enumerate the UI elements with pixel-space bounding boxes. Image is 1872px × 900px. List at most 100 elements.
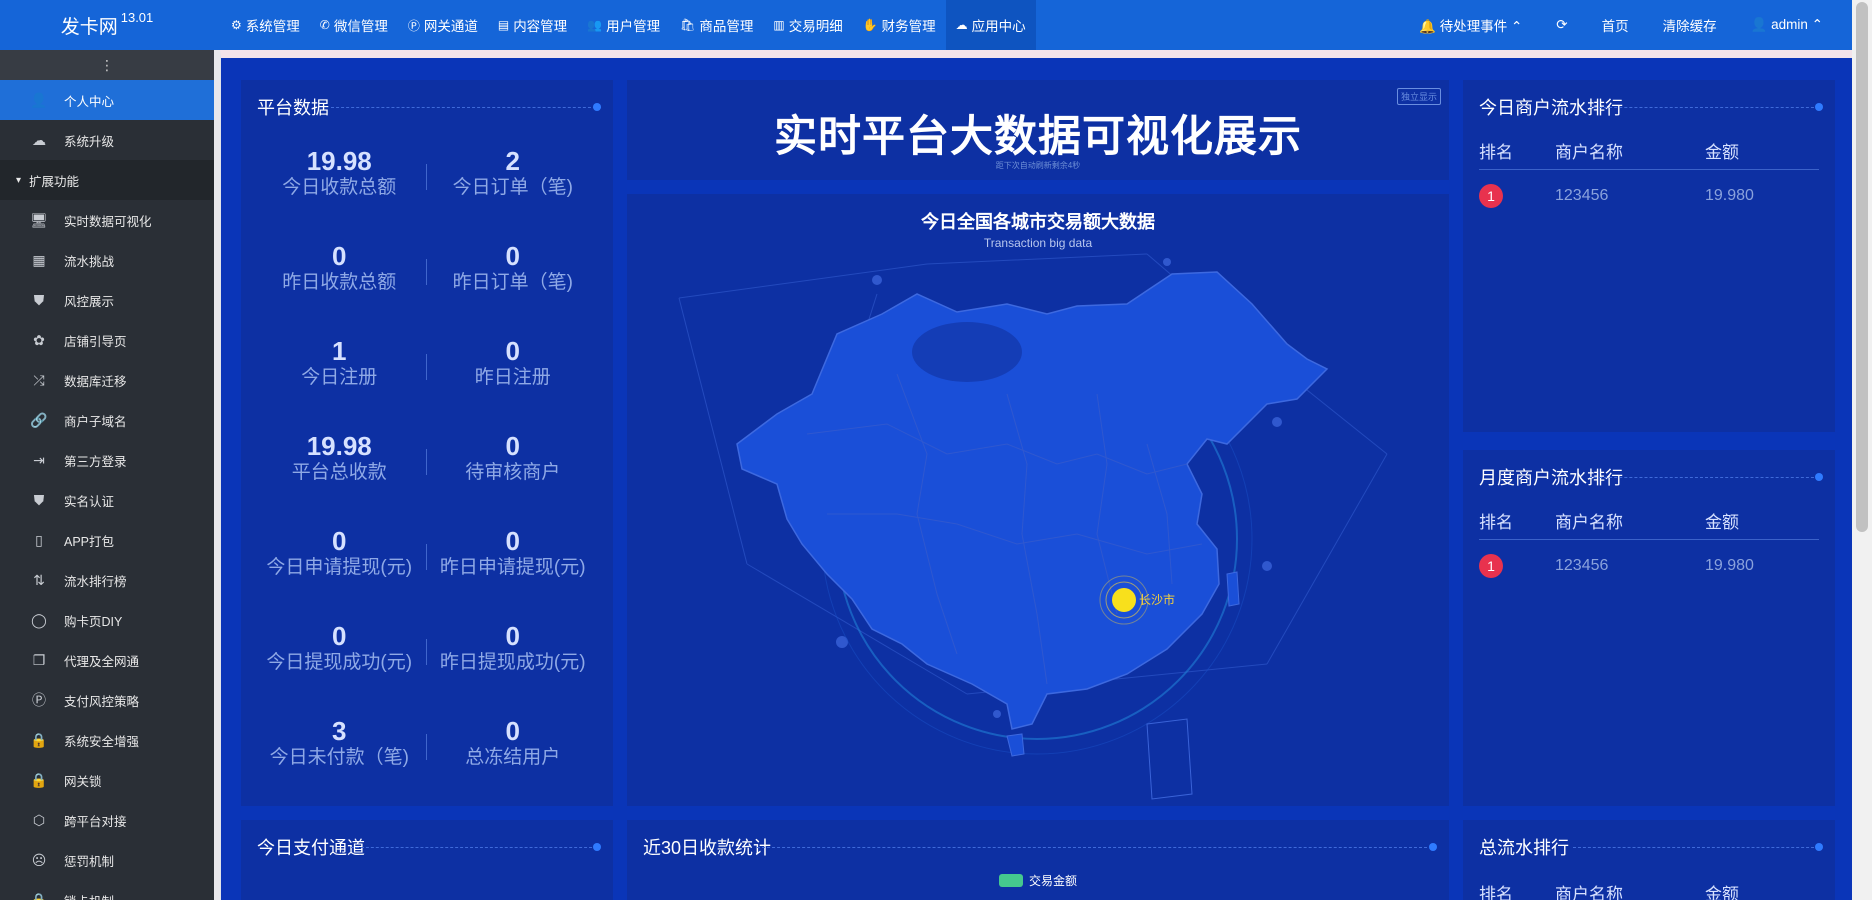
sidebar-item-gateway-lock[interactable]: 🔒 网关锁 (0, 760, 214, 800)
panel-title: 今日支付通道 (257, 838, 365, 858)
brand-logo[interactable]: 发卡网 13.01 (0, 0, 214, 50)
stat-value: 1 (332, 336, 347, 366)
col-amount: 金额 (1705, 513, 1739, 532)
sidebar-item-merchant-subdomain[interactable]: 🔗 商户子域名 (0, 400, 214, 440)
china-map[interactable]: 长沙市 (627, 194, 1449, 806)
wechat-icon: ✆ (319, 18, 330, 32)
sidebar-item-label: 个人中心 (64, 94, 115, 109)
dashed-divider (1573, 847, 1819, 848)
col-merchant: 商户名称 (1555, 885, 1623, 900)
sidebar-item-flow-ranking[interactable]: ⇅ 流水排行榜 (0, 560, 214, 600)
stat-row: 19.98 今日收款总额 2 今日订单（笔) (253, 146, 599, 241)
stat-today-unpaid: 3 今日未付款（笔) (253, 716, 426, 770)
admin-user-dropdown[interactable]: 👤 admin ⌃ (1734, 0, 1840, 50)
sidebar-item-label: 系统升级 (64, 134, 115, 149)
nav-wechat[interactable]: ✆ 微信管理 (310, 0, 398, 50)
stat-label: 昨日注册 (474, 367, 551, 388)
nav-app-center[interactable]: ☁ 应用中心 (945, 0, 1036, 50)
stat-today-orders: 2 今日订单（笔) (427, 146, 600, 200)
province-borders (912, 322, 1022, 382)
sidebar-item-realtime-visualization[interactable]: 🖥 实时数据可视化 (0, 200, 214, 240)
col-rank: 排名 (1479, 513, 1513, 532)
stat-row: 0 今日提现成功(元) 0 昨日提现成功(元) (253, 621, 599, 716)
pending-events-dropdown[interactable]: 🔔 待处理事件 ⌃ (1402, 0, 1539, 50)
shopping-bag-icon: 🛍 (680, 18, 696, 32)
sidebar-item-label: 店铺引导页 (64, 334, 127, 349)
sidebar-item-payment-risk[interactable]: Ⓟ 支付风控策略 (0, 680, 214, 720)
pinwheel-icon: ✿ (33, 331, 45, 348)
page-scrollbar[interactable] (1852, 0, 1872, 900)
caret-down-icon: ▾ (16, 174, 22, 186)
shield-icon: ⛊ (33, 291, 45, 308)
lock-icon: 🔒 (30, 771, 48, 788)
cloud-icon: ☁ (955, 18, 968, 32)
nav-finance[interactable]: ✋ 财务管理 (853, 0, 946, 50)
stat-value: 2 (505, 146, 520, 176)
sidebar-item-card-lock[interactable]: 🔒 锁卡机制 (0, 880, 214, 900)
clear-cache-link[interactable]: 清除缓存 (1646, 0, 1734, 50)
sidebar-item-app-package[interactable]: ▯ APP打包 (0, 520, 214, 560)
nav-transactions[interactable]: ▥ 交易明细 (763, 0, 852, 50)
sidebar-item-label: 风控展示 (64, 294, 115, 309)
nav-products[interactable]: 🛍 商品管理 (670, 0, 763, 50)
nav-label: 微信管理 (333, 19, 388, 34)
panel-title: 近30日收款统计 (643, 838, 772, 858)
sidebar-item-label: 网关锁 (64, 774, 102, 789)
nav-gateway[interactable]: Ⓟ 网关通道 (398, 0, 488, 50)
stat-today-register: 1 今日注册 (253, 336, 426, 390)
sidebar-item-third-party-login[interactable]: ⇥ 第三方登录 (0, 440, 214, 480)
stat-label: 昨日提现成功(元) (439, 652, 586, 673)
stat-label: 今日订单（笔) (452, 177, 573, 198)
monitor-icon: 🖥 (30, 211, 48, 228)
sidebar-item-agent-network[interactable]: ❐ 代理及全网通 (0, 640, 214, 680)
sidebar-item-flow-challenge[interactable]: ▦ 流水挑战 (0, 240, 214, 280)
rank-table-header: 排名 商户名称 金额 (1479, 138, 1819, 170)
nav-label: 内容管理 (513, 19, 568, 34)
sidebar-collapse-toggle[interactable]: ⋮ (0, 50, 214, 80)
stat-value: 0 (332, 241, 347, 271)
standalone-display-button[interactable]: 独立显示 (1396, 88, 1441, 105)
scrollbar-thumb[interactable] (1856, 2, 1868, 532)
stat-row: 19.98 平台总收款 0 待审核商户 (253, 431, 599, 526)
total-flow-rank-panel: 总流水排行 排名 商户名称 金额 (1463, 820, 1835, 900)
sort-icon: ⇅ (33, 571, 45, 588)
stat-yesterday-withdraw-request: 0 昨日申请提现(元) (427, 526, 600, 580)
sidebar-item-label: 惩罚机制 (64, 854, 115, 869)
sidebar-group-extensions[interactable]: ▾ 扩展功能 (0, 160, 214, 200)
sidebar-item-penalty[interactable]: ☹ 惩罚机制 (0, 840, 214, 880)
stat-value: 0 (505, 621, 520, 651)
stat-label: 今日申请提现(元) (266, 557, 413, 578)
sidebar-item-system-upgrade[interactable]: ☁ 系统升级 (0, 120, 214, 160)
refresh-icon[interactable]: ⟳ (1539, 0, 1584, 50)
nav-content[interactable]: ▤ 内容管理 (488, 0, 577, 50)
table-row: 1 123456 19.980 (1479, 184, 1819, 208)
nav-users[interactable]: 👥 用户管理 (577, 0, 670, 50)
file-icon: ▤ (497, 18, 510, 32)
sidebar-item-shop-guide[interactable]: ✿ 店铺引导页 (0, 320, 214, 360)
sidebar-item-db-migration[interactable]: ⤮ 数据库迁移 (0, 360, 214, 400)
col-merchant: 商户名称 (1555, 513, 1623, 532)
sidebar-item-risk-display[interactable]: ⛊ 风控展示 (0, 280, 214, 320)
table-row: 1 123456 19.980 (1479, 554, 1819, 578)
sidebar-item-label: 第三方登录 (64, 454, 127, 469)
sidebar-item-card-page-diy[interactable]: ◯ 购卡页DIY (0, 600, 214, 640)
chart-legend[interactable]: 交易金额 (627, 872, 1449, 889)
sidebar-item-label: 支付风控策略 (64, 694, 140, 709)
rank-cell: 1 (1479, 554, 1555, 578)
rank-badge: 1 (1479, 554, 1503, 578)
panel-title: 总流水排行 (1479, 838, 1569, 858)
stat-frozen-users: 0 总冻结用户 (427, 716, 600, 770)
monthly-merchant-rank-panel: 月度商户流水排行 排名 商户名称 金额 1 123456 19.980 (1463, 450, 1835, 806)
nav-system[interactable]: ⚙ 系统管理 (221, 0, 310, 50)
sidebar-item-security-enhance[interactable]: 🔒 系统安全增强 (0, 720, 214, 760)
legend-label: 交易金额 (1028, 874, 1077, 888)
merchant-cell: 123456 (1555, 557, 1609, 574)
platform-data-panel: 平台数据 19.98 今日收款总额 2 今日订单（笔) 0 昨日收款总额 0 昨日订单（… (241, 80, 613, 806)
sidebar-item-cross-platform[interactable]: ⬡ 跨平台对接 (0, 800, 214, 840)
bigscreen-header-panel: 实时平台大数据可视化展示 距下次自动刷新剩余4秒 独立显示 (627, 80, 1449, 180)
bigscreen-title: 实时平台大数据可视化展示 (774, 113, 1302, 161)
dashed-divider (1589, 477, 1819, 478)
sidebar-item-real-name-auth[interactable]: ⛊ 实名认证 (0, 480, 214, 520)
sidebar-item-personal-center[interactable]: 👤 个人中心 (0, 80, 214, 120)
home-link[interactable]: 首页 (1585, 0, 1646, 50)
